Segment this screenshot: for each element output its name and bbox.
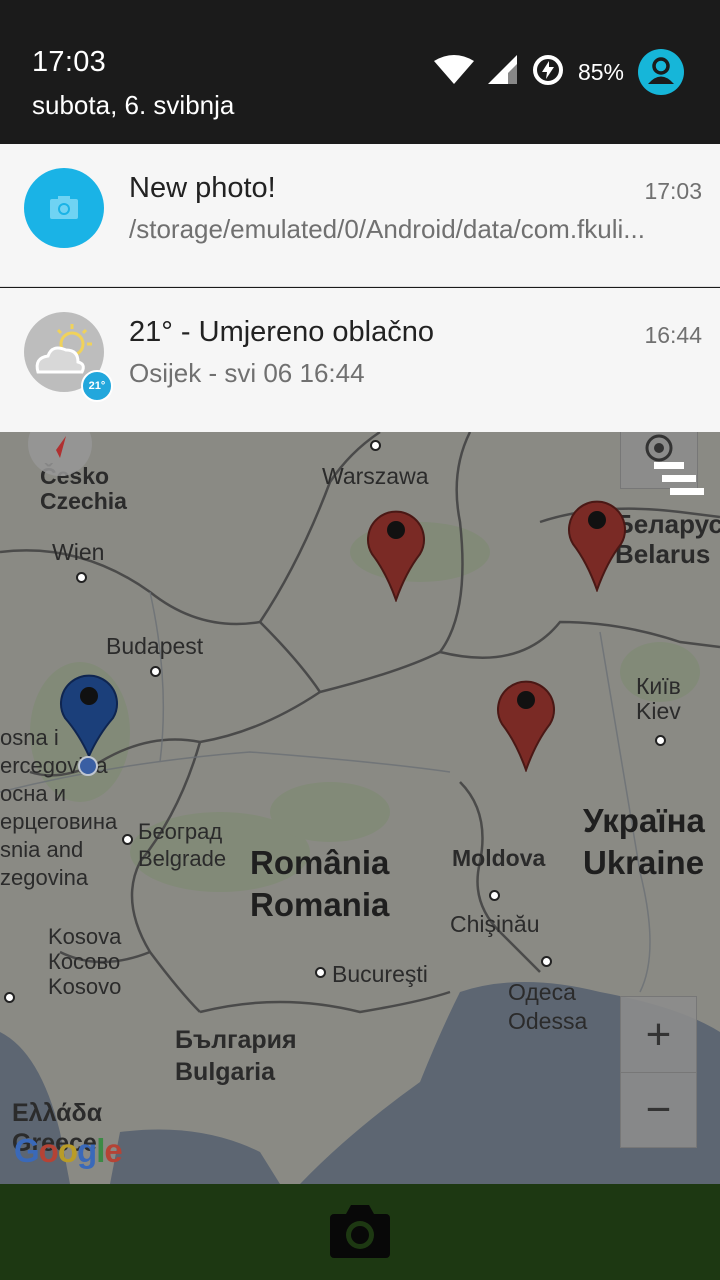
map-label-budapest: Budapest bbox=[106, 633, 204, 659]
camera-icon bbox=[24, 168, 104, 248]
zoom-in-button[interactable]: + bbox=[621, 997, 696, 1072]
map-label-odesa: Одеса Odessa bbox=[508, 979, 588, 1034]
city-dot-warszawa bbox=[370, 440, 381, 451]
city-dot-sofia bbox=[4, 992, 15, 1003]
map-label-moldova: Moldova bbox=[452, 845, 546, 871]
date: subota, 6. svibnja bbox=[32, 90, 235, 120]
map-label-wien: Wien bbox=[52, 539, 105, 565]
compass-icon bbox=[56, 436, 66, 458]
clock: 17:03 bbox=[32, 46, 107, 78]
marker-ukraine[interactable] bbox=[496, 672, 556, 772]
city-dot-kyiv bbox=[655, 735, 666, 746]
city-dot-wien bbox=[76, 572, 87, 583]
notification-text: Osijek - svi 06 16:44 bbox=[129, 358, 365, 388]
notification-weather[interactable]: 21° 21° - Umjereno oblačno Osijek - svi … bbox=[0, 288, 720, 432]
zoom-out-button[interactable]: − bbox=[621, 1072, 696, 1147]
notification-new-photo[interactable]: New photo! /storage/emulated/0/Android/d… bbox=[0, 144, 720, 287]
compass-button[interactable] bbox=[28, 432, 92, 476]
notification-time: 16:44 bbox=[644, 322, 702, 348]
notification-title: 21° - Umjereno oblačno bbox=[129, 316, 434, 348]
wifi-icon[interactable] bbox=[433, 54, 474, 90]
marker-belarus[interactable] bbox=[567, 492, 627, 592]
layers-icon[interactable] bbox=[654, 462, 704, 498]
battery-percent: 85% bbox=[577, 58, 624, 85]
weather-cloud-sun-icon: 21° bbox=[24, 312, 113, 402]
map-label-beograd: Београд Belgrade bbox=[138, 819, 227, 871]
map-label-chisinau: Chişinău bbox=[450, 911, 540, 937]
notification-text: /storage/emulated/0/Android/data/com.fku… bbox=[129, 214, 645, 244]
map-label-belarus: Беларусь Belarus bbox=[615, 509, 720, 569]
cell-signal-icon[interactable] bbox=[487, 54, 518, 90]
marker-warszawa[interactable] bbox=[366, 502, 426, 602]
notification-shade-header: 17:03 subota, 6. svibnja 85% bbox=[0, 0, 720, 144]
map-label-bulgaria: България Bulgaria bbox=[175, 1026, 297, 1086]
notification-time: 17:03 bbox=[644, 178, 702, 204]
current-location-dot bbox=[78, 756, 98, 776]
zoom-controls: + − bbox=[620, 996, 697, 1148]
city-dot-odesa bbox=[541, 956, 552, 967]
system-icons: 85% bbox=[420, 48, 684, 96]
map-label-kyiv: Київ Kiev bbox=[636, 673, 681, 724]
map-label-warszawa: Warszawa bbox=[322, 463, 429, 489]
map-label-bucuresti: Bucureşti bbox=[332, 961, 428, 987]
city-dot-chisinau bbox=[489, 890, 500, 901]
map-label-romania: România Romania bbox=[250, 844, 390, 923]
notification-title: New photo! bbox=[129, 172, 276, 204]
map-label-ukraine: Україна Ukraine bbox=[583, 802, 705, 881]
google-logo: Google bbox=[14, 1132, 123, 1169]
map-view[interactable]: Česko Czechia Warszawa Беларусь Belarus … bbox=[0, 432, 720, 1184]
map-label-kosovo: Kosova Косово Kosovo bbox=[48, 924, 122, 999]
bottom-action-bar bbox=[0, 1184, 720, 1280]
temperature-badge: 21° bbox=[81, 370, 113, 402]
city-dot-bucuresti bbox=[315, 967, 326, 978]
battery-saver-icon[interactable] bbox=[532, 54, 564, 91]
city-dot-beograd bbox=[122, 834, 133, 845]
marker-osijek[interactable] bbox=[59, 668, 119, 768]
user-avatar-icon[interactable] bbox=[638, 49, 684, 95]
camera-icon[interactable] bbox=[328, 1202, 392, 1260]
city-dot-budapest bbox=[150, 666, 161, 677]
